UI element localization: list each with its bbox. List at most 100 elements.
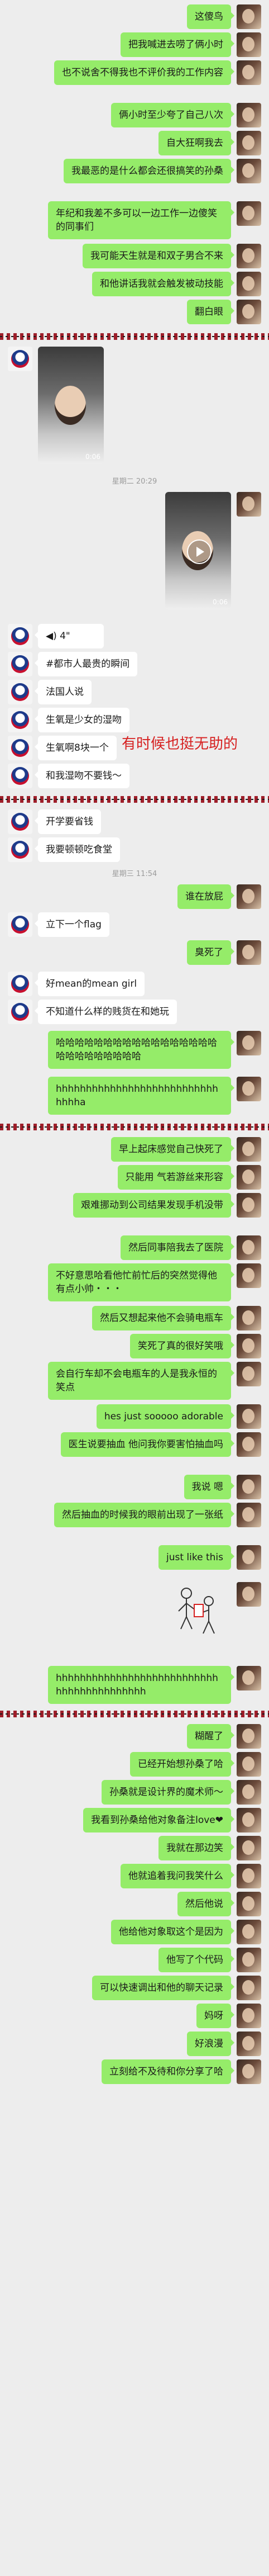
message-bubble[interactable]: 然后又想起来他不会骑电瓶车 — [92, 1306, 234, 1330]
message-bubble[interactable]: 法国人说 — [35, 680, 92, 704]
message-bubble[interactable]: 已经开始想孙桑了哈 — [130, 1752, 234, 1777]
avatar[interactable] — [237, 1892, 261, 1916]
message-bubble[interactable]: 只能用 气若游丝来形容 — [117, 1165, 235, 1190]
play-icon[interactable] — [187, 539, 212, 564]
avatar[interactable] — [237, 1031, 261, 1055]
message-bubble[interactable]: 孙桑就是设计界的魔术师～ — [102, 1780, 234, 1805]
message-bubble[interactable]: 好浪漫 — [187, 2032, 234, 2056]
avatar[interactable] — [237, 1780, 261, 1805]
message-bubble[interactable]: 不知道什么样的贱货在和她玩 — [35, 1000, 177, 1024]
message-bubble[interactable]: 生氧啊8块一个 — [35, 736, 117, 760]
avatar[interactable] — [237, 1306, 261, 1330]
avatar[interactable] — [237, 940, 261, 965]
avatar[interactable] — [237, 1137, 261, 1162]
avatar[interactable] — [237, 2059, 261, 2084]
avatar[interactable] — [237, 201, 261, 226]
avatar[interactable] — [237, 131, 261, 155]
message-bubble[interactable]: 可以快速调出和他的聊天记录 — [92, 1976, 234, 2000]
message-bubble[interactable]: 艰难挪动到公司结果发现手机没带 — [73, 1193, 234, 1218]
message-bubble[interactable]: 他给他对象取这个是因为 — [111, 1920, 234, 1944]
avatar[interactable] — [237, 1193, 261, 1218]
message-bubble[interactable]: 哈哈哈哈哈哈哈哈哈哈哈哈哈哈哈哈哈哈哈哈哈哈哈哈哈哈 — [48, 1031, 234, 1069]
message-bubble[interactable]: 和我湿吻不要钱～ — [35, 764, 129, 788]
message-bubble[interactable]: 翻白眼 — [187, 300, 234, 324]
message-bubble[interactable]: 立下一个flag — [35, 912, 109, 937]
avatar[interactable] — [8, 347, 32, 371]
avatar[interactable] — [8, 652, 32, 676]
avatar[interactable] — [237, 1752, 261, 1777]
message-bubble[interactable]: 俩小时至少夸了自己八次 — [111, 103, 234, 127]
message-bubble[interactable]: 自大狂啊我去 — [158, 131, 234, 155]
message-bubble[interactable]: 我可能天生就是和双子男合不来 — [83, 244, 234, 268]
avatar[interactable] — [237, 1165, 261, 1190]
avatar[interactable] — [237, 2004, 261, 2028]
message-bubble[interactable]: 然后抽血的时候我的眼前出现了一张纸 — [54, 1503, 234, 1527]
message-bubble[interactable]: 这傻鸟 — [187, 4, 234, 29]
avatar[interactable] — [8, 809, 32, 834]
message-bubble[interactable]: 糊醒了 — [187, 1724, 234, 1749]
avatar[interactable] — [237, 1077, 261, 1101]
message-bubble[interactable]: 然后他说 — [177, 1892, 234, 1916]
message-bubble[interactable]: 我说 嗯 — [184, 1475, 235, 1499]
message-bubble[interactable]: 我看到孙桑给他对象备注love❤ — [83, 1808, 234, 1832]
message-bubble[interactable]: 我就在那边笑 — [158, 1836, 234, 1860]
message-bubble[interactable]: 谁在放屁 — [177, 884, 234, 909]
avatar[interactable] — [237, 1920, 261, 1944]
message-bubble[interactable]: 立刻给不及待和你分享了哈 — [102, 2059, 234, 2084]
message-bubble[interactable]: 医生说要抽血 他问我你要害怕抽血吗 — [60, 1432, 235, 1457]
message-bubble[interactable]: 好mean的mean girl — [34, 972, 145, 996]
avatar[interactable] — [237, 1235, 261, 1260]
message-bubble[interactable]: 生氧是少女的湿吻 — [35, 708, 129, 732]
avatar[interactable] — [237, 1545, 261, 1570]
message-bubble[interactable]: hhhhhhhhhhhhhhhhhhhhhhhhhhhhhhha — [48, 1077, 234, 1115]
avatar[interactable] — [237, 1666, 261, 1690]
avatar[interactable] — [8, 764, 32, 788]
video-message[interactable]: 0:06 — [165, 492, 231, 609]
avatar[interactable] — [237, 300, 261, 324]
message-bubble[interactable]: 臭死了 — [187, 940, 234, 965]
avatar[interactable] — [237, 1362, 261, 1386]
avatar[interactable] — [8, 972, 32, 996]
message-bubble[interactable]: 妈呀 — [196, 2004, 234, 2028]
avatar[interactable] — [237, 103, 261, 127]
avatar[interactable] — [237, 1334, 261, 1358]
avatar[interactable] — [237, 1582, 261, 1607]
message-bubble[interactable]: 笑死了真的很好笑哦 — [130, 1334, 234, 1358]
avatar[interactable] — [237, 1432, 261, 1457]
avatar[interactable] — [8, 624, 32, 648]
message-bubble[interactable]: #都市人最贵的瞬间 — [34, 652, 138, 676]
voice-message[interactable]: ◀) 4" — [35, 624, 104, 648]
message-bubble[interactable]: 不好意思哈看他忙前忙后的突然觉得他有点小帅・・・ — [48, 1263, 234, 1301]
avatar[interactable] — [237, 32, 261, 57]
avatar[interactable] — [237, 272, 261, 296]
avatar[interactable] — [237, 159, 261, 183]
avatar[interactable] — [8, 837, 32, 862]
sticker-image[interactable] — [170, 1582, 231, 1644]
message-bubble[interactable]: 年纪和我差不多可以一边工作一边傻笑的同事们 — [48, 201, 234, 239]
message-bubble[interactable]: 我要顿顿吃食堂 — [35, 837, 120, 862]
avatar[interactable] — [8, 912, 32, 937]
avatar[interactable] — [237, 60, 261, 85]
avatar[interactable] — [237, 1864, 261, 1888]
avatar[interactable] — [237, 1724, 261, 1749]
message-bubble[interactable]: hhhhhhhhhhhhhhhhhhhhhhhhhhhhhhhhhhhhhhhh… — [48, 1666, 234, 1704]
avatar[interactable] — [237, 1404, 261, 1429]
avatar[interactable] — [237, 4, 261, 29]
message-bubble[interactable]: 他写了个代码 — [158, 1948, 234, 1972]
avatar[interactable] — [237, 1976, 261, 2000]
avatar[interactable] — [8, 1000, 32, 1024]
message-bubble[interactable]: 也不说舍不得我也不评价我的工作内容 — [54, 60, 234, 85]
avatar[interactable] — [8, 736, 32, 760]
avatar[interactable] — [237, 244, 261, 268]
message-bubble[interactable]: 把我喊进去唠了俩小时 — [121, 32, 234, 57]
message-bubble[interactable]: 我最恶的是什么都会还很搞笑的孙桑 — [64, 159, 234, 183]
avatar[interactable] — [237, 1475, 261, 1499]
avatar[interactable] — [8, 708, 32, 732]
message-bubble[interactable]: 开学要省钱 — [35, 809, 101, 834]
avatar[interactable] — [237, 1948, 261, 1972]
video-message[interactable]: 0:06 — [38, 347, 104, 464]
message-bubble[interactable]: 早上起床感觉自己快死了 — [111, 1137, 234, 1162]
avatar[interactable] — [237, 2032, 261, 2056]
avatar[interactable] — [237, 1808, 261, 1832]
avatar[interactable] — [237, 1503, 261, 1527]
